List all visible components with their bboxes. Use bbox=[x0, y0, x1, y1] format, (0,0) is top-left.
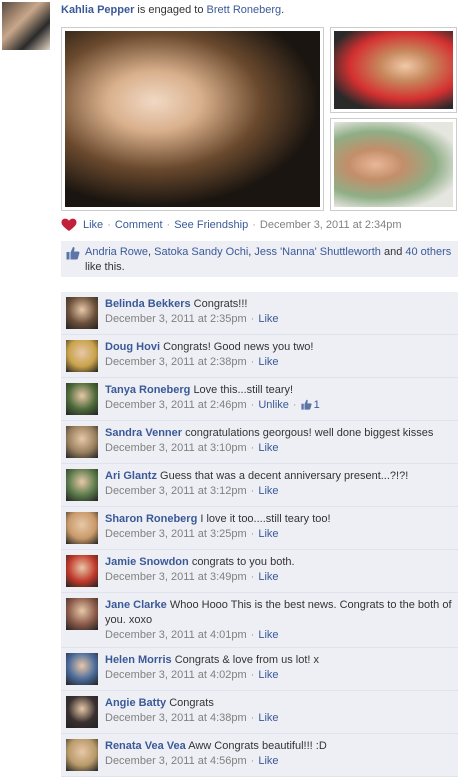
commenter-avatar[interactable] bbox=[66, 555, 98, 587]
commenter-avatar[interactable] bbox=[66, 696, 98, 728]
commenter-name[interactable]: Doug Hovi bbox=[105, 341, 160, 353]
commenter-avatar[interactable] bbox=[66, 598, 98, 630]
comment-timestamp[interactable]: December 3, 2011 at 3:12pm bbox=[105, 485, 247, 497]
photo-thumbnail[interactable] bbox=[330, 27, 457, 113]
commenter-avatar[interactable] bbox=[66, 469, 98, 501]
liker-link[interactable]: Satoka Sandy Ochi bbox=[154, 246, 248, 258]
comment-timestamp[interactable]: December 3, 2011 at 3:49pm bbox=[105, 571, 247, 583]
actor-link[interactable]: Kahlia Pepper bbox=[61, 4, 134, 16]
thumbs-up-icon bbox=[300, 399, 312, 410]
main-photo[interactable] bbox=[61, 27, 324, 211]
others-link[interactable]: 40 others bbox=[405, 246, 451, 258]
see-friendship-link[interactable]: See Friendship bbox=[174, 219, 248, 231]
commenter-name[interactable]: Jamie Snowdon bbox=[105, 556, 189, 568]
commenter-name[interactable]: Sandra Venner bbox=[105, 427, 182, 439]
thumbs-up-icon bbox=[66, 246, 80, 260]
comment-timestamp[interactable]: December 3, 2011 at 3:10pm bbox=[105, 442, 247, 454]
comment-like-link[interactable]: Like bbox=[258, 313, 278, 325]
comment-item: Renata Vea Vea Aww Congrats beautiful!!!… bbox=[61, 734, 458, 777]
commenter-avatar[interactable] bbox=[66, 383, 98, 415]
story-verb: is engaged to bbox=[134, 4, 207, 16]
comment-unlike-link[interactable]: Unlike bbox=[258, 399, 289, 411]
comment-list: Belinda Bekkers Congrats!!! December 3, … bbox=[61, 292, 458, 777]
comment-timestamp[interactable]: December 3, 2011 at 4:02pm bbox=[105, 669, 247, 681]
comment-text: Love this...still teary! bbox=[193, 384, 294, 396]
comment-link[interactable]: Comment bbox=[115, 219, 163, 231]
comment-timestamp[interactable]: December 3, 2011 at 3:25pm bbox=[105, 528, 247, 540]
liker-link[interactable]: Andria Rowe bbox=[85, 246, 148, 258]
photo-thumbnail[interactable] bbox=[330, 118, 457, 211]
comment-like-link[interactable]: Like bbox=[258, 356, 278, 368]
comment-like-link[interactable]: Like bbox=[258, 528, 278, 540]
likes-suffix: like this. bbox=[85, 261, 125, 273]
comment-timestamp[interactable]: December 3, 2011 at 2:35pm bbox=[105, 313, 247, 325]
story-actions: Like · Comment · See Friendship · Decemb… bbox=[61, 217, 402, 233]
commenter-avatar[interactable] bbox=[66, 512, 98, 544]
commenter-name[interactable]: Renata Vea Vea bbox=[105, 740, 186, 752]
comment-text: congratulations georgous! well done bigg… bbox=[185, 427, 434, 439]
comment-item: Sharon Roneberg I love it too....still t… bbox=[61, 507, 458, 550]
comment-like-link[interactable]: Like bbox=[258, 442, 278, 454]
likes-summary: Andria Rowe, Satoka Sandy Ochi, Jess 'Na… bbox=[61, 241, 458, 277]
actor-avatar[interactable] bbox=[2, 2, 50, 50]
like-link[interactable]: Like bbox=[83, 219, 103, 231]
comment-text: Congrats bbox=[169, 697, 214, 709]
comment-item: Belinda Bekkers Congrats!!! December 3, … bbox=[61, 292, 458, 335]
liker-link[interactable]: Jess 'Nanna' Shuttleworth bbox=[254, 246, 381, 258]
heart-icon bbox=[61, 218, 77, 231]
story-headline: Kahlia Pepper is engaged to Brett Ronebe… bbox=[61, 4, 285, 16]
comment-like-link[interactable]: Like bbox=[258, 629, 278, 641]
comment-item: Jane Clarke Whoo Hooo This is the best n… bbox=[61, 593, 458, 648]
photo-album bbox=[61, 27, 457, 212]
comment-text: I love it too....still teary too! bbox=[200, 513, 331, 525]
comment-item: Sandra Venner congratulations georgous! … bbox=[61, 421, 458, 464]
comment-like-count[interactable]: 1 bbox=[300, 399, 320, 411]
commenter-avatar[interactable] bbox=[66, 340, 98, 372]
comment-item: Angie Batty Congrats December 3, 2011 at… bbox=[61, 691, 458, 734]
commenter-name[interactable]: Helen Morris bbox=[105, 654, 172, 666]
comment-text: Congrats & love from us lot! x bbox=[174, 654, 319, 666]
comment-text: Congrats!!! bbox=[193, 298, 248, 310]
comment-text: Aww Congrats beautiful!!! :D bbox=[188, 740, 327, 752]
commenter-name[interactable]: Jane Clarke bbox=[105, 599, 167, 611]
commenter-avatar[interactable] bbox=[66, 297, 98, 329]
comment-timestamp[interactable]: December 3, 2011 at 2:38pm bbox=[105, 356, 247, 368]
comment-like-link[interactable]: Like bbox=[258, 485, 278, 497]
comment-timestamp[interactable]: December 3, 2011 at 4:38pm bbox=[105, 712, 247, 724]
commenter-name[interactable]: Ari Glantz bbox=[105, 470, 157, 482]
commenter-name[interactable]: Tanya Roneberg bbox=[105, 384, 190, 396]
commenter-name[interactable]: Belinda Bekkers bbox=[105, 298, 191, 310]
comment-like-link[interactable]: Like bbox=[258, 755, 278, 767]
comment-like-link[interactable]: Like bbox=[258, 669, 278, 681]
comment-item: Jamie Snowdon congrats to you both. Dece… bbox=[61, 550, 458, 593]
comment-like-link[interactable]: Like bbox=[258, 571, 278, 583]
commenter-avatar[interactable] bbox=[66, 426, 98, 458]
comment-text: congrats to you both. bbox=[191, 556, 295, 568]
commenter-avatar[interactable] bbox=[66, 739, 98, 771]
comment-item: Ari Glantz Guess that was a decent anniv… bbox=[61, 464, 458, 507]
comment-timestamp[interactable]: December 3, 2011 at 4:56pm bbox=[105, 755, 247, 767]
target-link[interactable]: Brett Roneberg bbox=[207, 4, 282, 16]
comment-item: Helen Morris Congrats & love from us lot… bbox=[61, 648, 458, 691]
comment-item: Tanya Roneberg Love this...still teary! … bbox=[61, 378, 458, 421]
comment-item: Doug Hovi Congrats! Good news you two! D… bbox=[61, 335, 458, 378]
comment-timestamp[interactable]: December 3, 2011 at 2:46pm bbox=[105, 399, 247, 411]
comment-timestamp[interactable]: December 3, 2011 at 4:01pm bbox=[105, 629, 247, 641]
commenter-name[interactable]: Sharon Roneberg bbox=[105, 513, 197, 525]
story-timestamp[interactable]: December 3, 2011 at 2:34pm bbox=[260, 219, 402, 231]
commenter-name[interactable]: Angie Batty bbox=[105, 697, 166, 709]
commenter-avatar[interactable] bbox=[66, 653, 98, 685]
comment-text: Congrats! Good news you two! bbox=[163, 341, 314, 353]
comment-text: Guess that was a decent anniversary pres… bbox=[160, 470, 409, 482]
comment-like-link[interactable]: Like bbox=[258, 712, 278, 724]
